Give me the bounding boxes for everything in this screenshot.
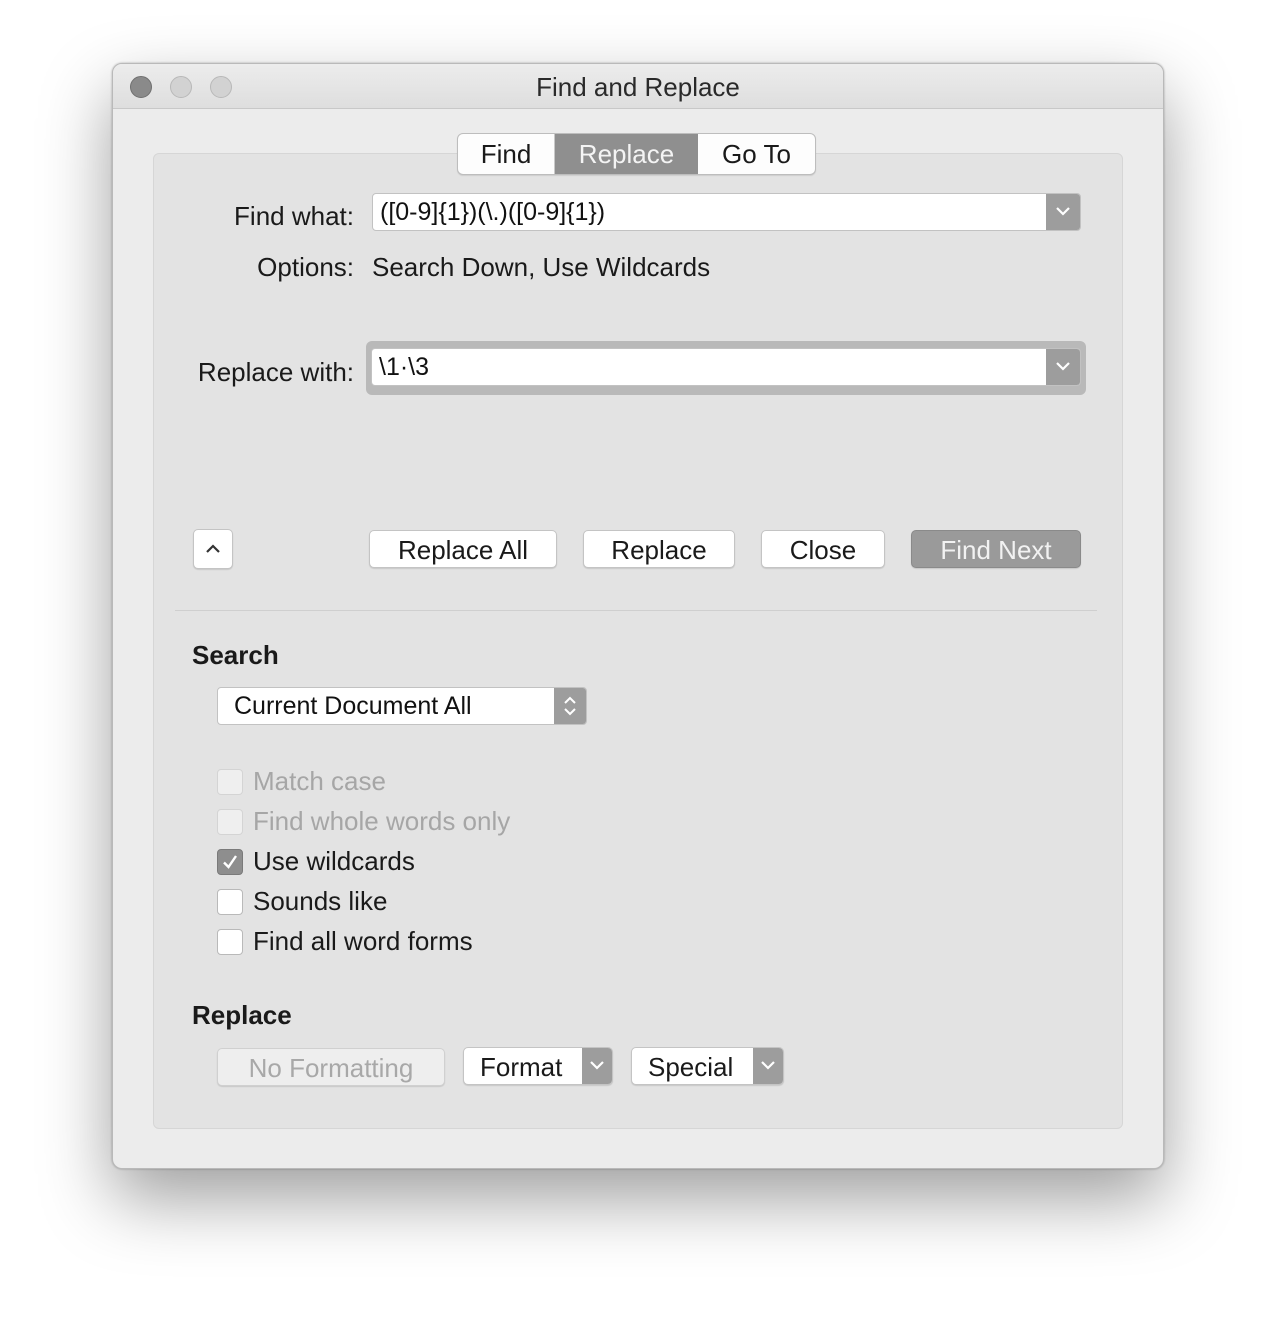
format-label: Format bbox=[480, 1052, 563, 1082]
checkbox-label: Find all word forms bbox=[253, 926, 473, 956]
replace-with-label: Replace with: bbox=[197, 357, 354, 387]
replace-with-combo[interactable]: \1·\3 bbox=[371, 348, 1081, 386]
checkbox-label: Sounds like bbox=[253, 886, 388, 916]
chevron-down-icon[interactable] bbox=[1046, 194, 1080, 230]
chevron-down-icon bbox=[582, 1048, 612, 1084]
checkbox-box bbox=[217, 809, 243, 835]
replace-with-input[interactable]: \1·\3 bbox=[379, 353, 429, 382]
replace-all-button[interactable]: Replace All bbox=[369, 530, 557, 568]
tab-find[interactable]: Find bbox=[458, 134, 555, 174]
options-label: Options: bbox=[257, 252, 354, 282]
chevron-down-icon[interactable] bbox=[1046, 349, 1080, 385]
find-what-input[interactable]: ([0-9]{1})(\.)([0-9]{1}) bbox=[380, 198, 605, 227]
up-down-stepper-icon bbox=[554, 688, 586, 724]
section-divider bbox=[175, 610, 1097, 611]
search-scope-value: Current Document All bbox=[234, 692, 472, 720]
tab-go-to[interactable]: Go To bbox=[698, 134, 815, 174]
format-menu-button[interactable]: Format bbox=[463, 1047, 613, 1085]
close-button[interactable]: Close bbox=[761, 530, 885, 568]
find-what-combo[interactable]: ([0-9]{1})(\.)([0-9]{1}) bbox=[372, 193, 1081, 231]
checkbox-box bbox=[217, 849, 243, 875]
checkbox-label: Use wildcards bbox=[253, 846, 415, 876]
title-bar: Find and Replace bbox=[113, 64, 1163, 109]
special-menu-button[interactable]: Special bbox=[631, 1047, 784, 1085]
replace-heading: Replace bbox=[192, 1000, 292, 1030]
search-scope-popup[interactable]: Current Document All bbox=[217, 687, 587, 725]
checkbox-box bbox=[217, 769, 243, 795]
checkbox-box bbox=[217, 889, 243, 915]
no-formatting-button[interactable]: No Formatting bbox=[217, 1048, 445, 1086]
checkbox-label: Find whole words only bbox=[253, 806, 511, 836]
chevron-up-icon bbox=[206, 544, 220, 553]
checkbox-label: Match case bbox=[253, 766, 386, 796]
chevron-down-icon bbox=[753, 1048, 783, 1084]
checkmark-icon bbox=[223, 855, 237, 869]
options-value: Search Down, Use Wildcards bbox=[372, 252, 711, 282]
window-title: Find and Replace bbox=[536, 72, 740, 102]
dialog-panel bbox=[153, 153, 1123, 1129]
find-what-label: Find what: bbox=[234, 201, 354, 231]
find-next-button[interactable]: Find Next bbox=[911, 530, 1081, 568]
search-heading: Search bbox=[192, 640, 279, 670]
special-label: Special bbox=[648, 1052, 734, 1082]
checkbox-box bbox=[217, 929, 243, 955]
tab-bar: Find Replace Go To bbox=[457, 133, 816, 175]
replace-button[interactable]: Replace bbox=[583, 530, 735, 568]
collapse-options-button[interactable] bbox=[193, 529, 233, 569]
tab-replace[interactable]: Replace bbox=[555, 134, 698, 174]
